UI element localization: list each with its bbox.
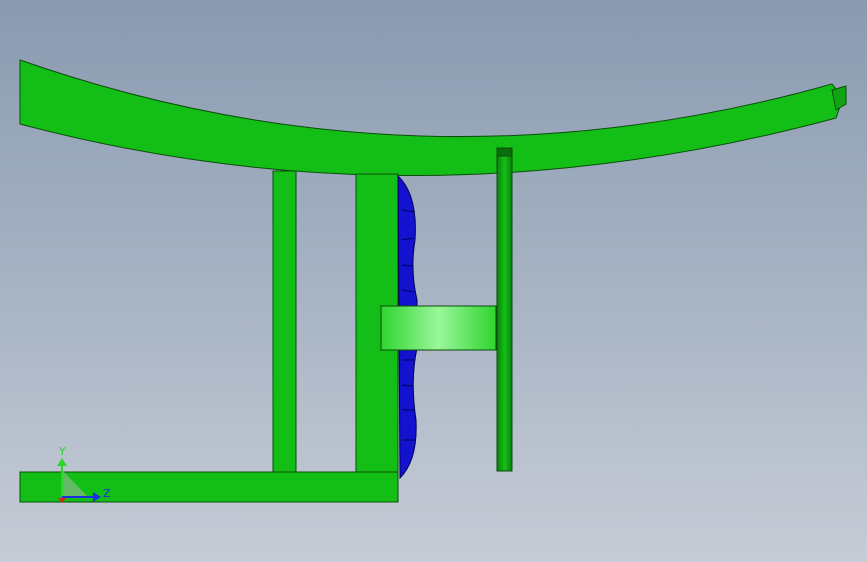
3d-viewport[interactable]: Y Z — [0, 0, 867, 562]
y-axis-label: Y — [58, 445, 66, 458]
right-vertical-shaft[interactable] — [496, 147, 513, 472]
z-axis-label: Z — [103, 487, 111, 500]
hub-cylinder[interactable] — [380, 305, 497, 351]
curved-top-beam[interactable] — [19, 59, 844, 177]
thin-vertical-post[interactable] — [272, 170, 297, 474]
model-scene[interactable]: Y Z — [0, 0, 867, 562]
y-axis-arrow-icon — [57, 458, 67, 466]
shaft-cap — [496, 147, 513, 157]
